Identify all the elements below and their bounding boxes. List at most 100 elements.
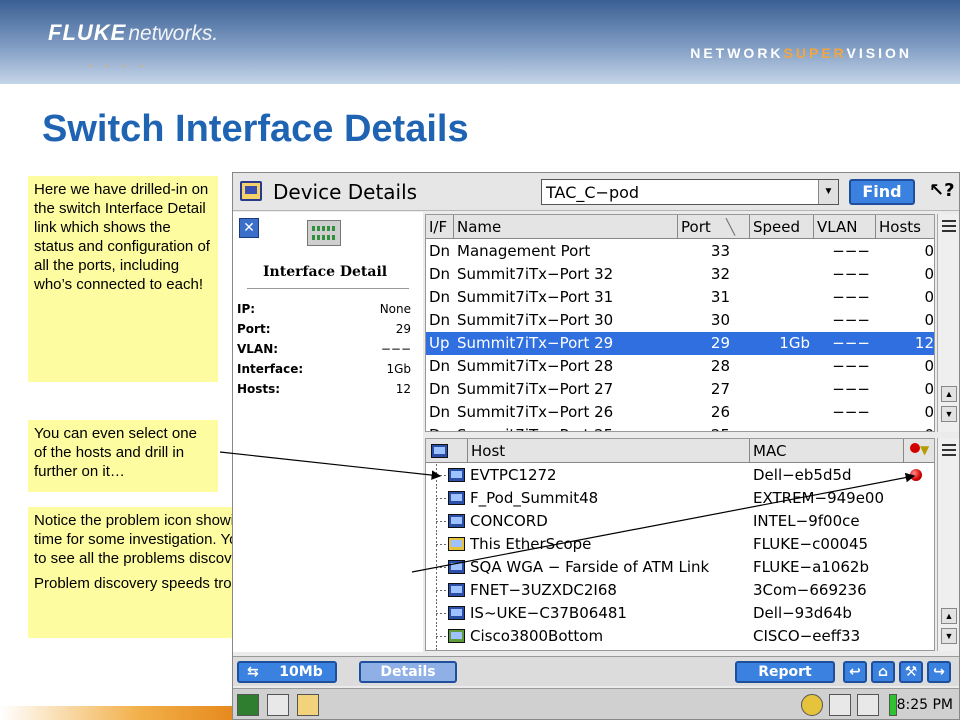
tagline-vision: VISION	[846, 45, 912, 61]
hosts-scrollbar[interactable]: ▲ ▼	[937, 438, 959, 651]
ports-table-header: I/F Name Port ╲ Speed VLAN Hosts	[426, 215, 934, 239]
network-status-icon[interactable]	[801, 694, 823, 716]
home-icon[interactable]: ⌂	[871, 661, 895, 683]
col-if[interactable]: I/F	[426, 215, 454, 239]
report-button[interactable]: Report	[735, 661, 835, 683]
port-row[interactable]: Dn Management Port 33 −−− 0	[426, 240, 934, 263]
col-vlan[interactable]: VLAN	[814, 215, 876, 239]
port-row[interactable]: Dn Summit7iTx−Port 25 25 −−− 0	[426, 424, 934, 431]
start-icon[interactable]	[237, 694, 259, 716]
host-name: SQA WGA − Farside of ATM Link	[470, 558, 710, 576]
action-bar: ⇆ 10Mb Details Report ↩ ⌂ ⚒ ↪	[233, 656, 959, 686]
col-port[interactable]: Port ╲	[678, 215, 750, 239]
host-row[interactable]: EVTPC1272 Dell−eb5d5d	[426, 464, 934, 487]
port-number: 32	[710, 265, 730, 283]
menu-icon[interactable]	[942, 220, 956, 232]
clipboard-icon[interactable]	[829, 694, 851, 716]
window-switch-icon[interactable]	[297, 694, 319, 716]
host-row[interactable]: F_Pod_Summit48 EXTREM−949e00	[426, 487, 934, 510]
port-row[interactable]: Up Summit7iTx−Port 29 29 1Gb −−− 12	[426, 332, 934, 355]
port-hosts: 0	[876, 424, 934, 431]
keyboard-icon[interactable]	[267, 694, 289, 716]
port-row[interactable]: Dn Summit7iTx−Port 26 26 −−− 0	[426, 401, 934, 424]
logo-fluke: FLUKE	[48, 20, 127, 45]
help-icon[interactable]: ↖?	[929, 180, 955, 201]
computer-icon	[448, 560, 465, 574]
chevron-down-icon[interactable]: ▼	[818, 180, 838, 204]
host-name: Cisco3800Bottom	[470, 627, 604, 645]
col-problem[interactable]: ▼	[904, 439, 934, 463]
host-row[interactable]: Cisco3800Top CISCO−eeff35	[426, 648, 934, 650]
col-name[interactable]: Name	[454, 215, 678, 239]
host-row[interactable]: Cisco3800Bottom CISCO−eeff33	[426, 625, 934, 648]
tree-branch	[436, 521, 446, 522]
port-row[interactable]: Dn Summit7iTx−Port 31 31 −−− 0	[426, 286, 934, 309]
host-row[interactable]: CONCORD INTEL−9f00ce	[426, 510, 934, 533]
port-number: 26	[710, 403, 730, 421]
etherscope-icon	[448, 537, 465, 551]
host-row[interactable]: IS~UKE−C37B06481 Dell−93d64b	[426, 602, 934, 625]
details-button[interactable]: Details	[359, 661, 457, 683]
col-host[interactable]: Host	[468, 439, 750, 463]
close-icon[interactable]: ✕	[239, 218, 259, 238]
host-mac: 3Com−669236	[753, 581, 867, 599]
interface-detail-panel: ✕ Interface Detail IP: None Port: 29 VLAN:…	[233, 212, 423, 652]
scroll-up-icon[interactable]: ▲	[941, 386, 957, 402]
scroll-down-icon[interactable]: ▼	[941, 406, 957, 422]
help-glyph: ?	[944, 180, 955, 201]
device-details-window: Device Details TAC_C−pod ▼ Find ↖? ✕ Int…	[232, 172, 960, 720]
tools-icon[interactable]: ⚒	[899, 661, 923, 683]
tree-branch	[436, 498, 446, 499]
detail-value: −−−	[380, 342, 411, 356]
device-select[interactable]: TAC_C−pod ▼	[541, 179, 839, 205]
detail-value: 12	[395, 382, 411, 396]
host-row[interactable]: SQA WGA − Farside of ATM Link FLUKE−a1062…	[426, 556, 934, 579]
host-mac: INTEL−9f00ce	[753, 512, 860, 530]
col-speed[interactable]: Speed	[750, 215, 814, 239]
port-if: Dn	[429, 242, 451, 260]
window-menu-icon[interactable]	[240, 181, 262, 201]
forward-icon[interactable]: ↪	[927, 661, 951, 683]
port-row[interactable]: Dn Summit7iTx−Port 30 30 −−− 0	[426, 309, 934, 332]
menu-icon[interactable]	[942, 444, 956, 456]
port-row[interactable]: Dn Summit7iTx−Port 28 28 −−− 0	[426, 355, 934, 378]
detail-ip: IP: None	[237, 302, 411, 320]
speed-label: 10Mb	[279, 664, 323, 680]
port-vlan: −−−	[814, 424, 870, 431]
port-if: Dn	[429, 357, 451, 375]
tree-branch	[436, 636, 446, 637]
col-mac[interactable]: MAC	[750, 439, 904, 463]
port-if: Dn	[429, 288, 451, 306]
scroll-down-icon[interactable]: ▼	[941, 628, 957, 644]
host-row[interactable]: FNET−3UZXDC2I68 3Com−669236	[426, 579, 934, 602]
port-hosts: 0	[924, 380, 934, 398]
tree-branch	[436, 544, 446, 545]
col-hosts[interactable]: Hosts	[876, 215, 934, 239]
computer-icon	[448, 606, 465, 620]
detail-label: Hosts:	[237, 382, 281, 396]
port-name: Management Port	[457, 242, 591, 260]
host-mac: EXTREM−949e00	[753, 489, 885, 507]
host-name: This EtherScope	[470, 535, 592, 553]
port-name: Summit7iTx−Port 31	[457, 288, 614, 306]
ports-scrollbar[interactable]: ▲ ▼	[937, 214, 959, 432]
col-host-icon[interactable]	[426, 439, 468, 463]
port-row[interactable]: Dn Summit7iTx−Port 27 27 −−− 0	[426, 378, 934, 401]
speed-button[interactable]: ⇆ 10Mb	[237, 661, 337, 683]
host-name: EVTPC1272	[470, 466, 557, 484]
speaker-icon[interactable]	[857, 694, 879, 716]
port-row[interactable]: Dn Summit7iTx−Port 32 32 −−− 0	[426, 263, 934, 286]
problem-icon[interactable]	[910, 469, 922, 481]
port-vlan: −−−	[832, 403, 870, 421]
find-button[interactable]: Find	[849, 179, 915, 205]
detail-label: Interface:	[237, 362, 304, 376]
host-row[interactable]: This EtherScope FLUKE−c00045	[426, 533, 934, 556]
logo-networks: networks.	[128, 22, 219, 45]
host-mac: CISCO−eeff33	[753, 627, 861, 645]
port-speed: 1Gb	[779, 334, 810, 352]
back-icon[interactable]: ↩	[843, 661, 867, 683]
computer-icon	[448, 491, 465, 505]
scroll-up-icon[interactable]: ▲	[941, 608, 957, 624]
port-if: Dn	[429, 265, 451, 283]
host-mac: CISCO−eeff35	[753, 648, 860, 650]
